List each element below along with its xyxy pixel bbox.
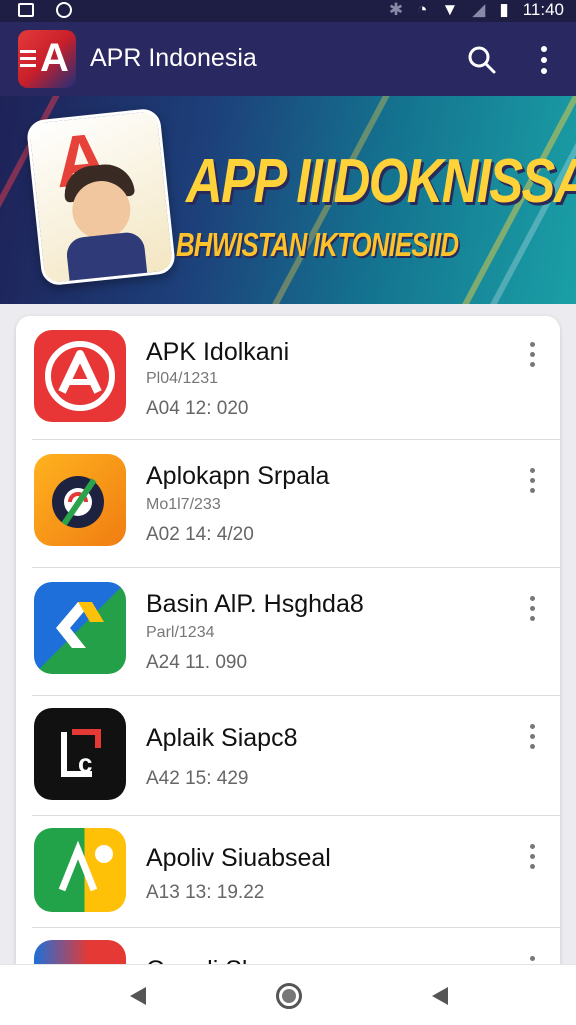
notification-icon [18,3,34,17]
app-date: A02 14: 4/20 [146,524,254,545]
status-time: 11:40 [522,0,564,19]
search-icon [468,46,496,74]
list-item[interactable]: Aplokapn Srpala Mo1l7/233 A02 14: 4/20 [16,440,560,568]
app-name: Aplokapn Srpala [146,462,330,490]
search-button[interactable] [464,42,500,78]
svg-text:c: c [78,748,92,778]
list-item[interactable]: Basin AlP. Hsghda8 Parl/1234 A24 11. 090 [16,568,560,696]
banner-mascot: A [25,107,177,287]
more-vert-icon [530,468,536,498]
app-name: Basin AlP. Hsghda8 [146,590,364,618]
more-vert-icon [530,596,536,626]
banner-subtitle: BHWISTAN IKTONIESIID [176,226,459,263]
signal-icon: ◢ [472,0,486,19]
compass-icon [52,476,104,528]
list-item[interactable]: Apoliv Siuabseal A13 13: 19.22 [16,816,560,928]
back-triangle-icon [432,987,448,1005]
item-more-button[interactable] [524,342,542,372]
app-icon [34,828,126,912]
app-name: Apoliv Siuabseal [146,844,331,872]
back-triangle-icon [130,987,146,1005]
app-icon [34,330,126,422]
app-title: APR Indonesia [90,44,257,72]
recents-button[interactable] [430,985,450,1007]
app-subtitle: Parl/1234 [146,624,215,641]
promo-banner[interactable]: A APP IIIDOKNISSA BHWISTAN IKTONIESIID [0,96,576,304]
app-name: Aplaik Siapc8 [146,724,298,752]
banner-title: APP IIIDOKNISSA [186,147,576,216]
alarm-icon: ◔ [417,0,428,19]
more-vert-icon [530,342,536,372]
a-logo-icon: A [40,36,69,80]
menu-icon [20,50,36,71]
bluetooth-icon: ✱ [388,0,404,19]
list-item[interactable]: APK Idolkani Pl04/1231 A04 12: 020 [16,316,560,440]
check-circle-icon [56,2,72,18]
app-logo[interactable]: A [18,30,76,88]
status-bar: ✱ ◔ ▼ ◢ ▮ 11:40 [0,0,576,22]
item-more-button[interactable] [524,468,542,498]
app-icon [34,454,126,546]
a-logo-icon [45,341,115,411]
more-vert-icon [541,46,547,74]
app-subtitle: Pl04/1231 [146,370,219,387]
more-vert-icon [530,724,536,754]
app-date: A42 15: 429 [146,768,249,789]
app-icon: c [34,708,126,800]
mascot-body [65,230,148,287]
wifi-icon: ▼ [441,0,459,19]
overflow-menu-button[interactable] [532,42,556,78]
app-bar: A APR Indonesia [0,22,576,96]
back-button[interactable] [128,985,148,1007]
drive-icon [58,840,113,892]
app-date: A04 12: 020 [146,398,249,419]
app-date: A24 11. 090 [146,652,248,673]
lc-logo-icon: c [61,729,101,778]
app-date: A13 13: 19.22 [146,882,265,903]
app-list: APK Idolkani Pl04/1231 A04 12: 020 Aplok… [16,316,560,1016]
home-button[interactable] [276,983,302,1009]
list-item[interactable]: c Aplaik Siapc8 A42 15: 429 [16,696,560,816]
battery-icon: ▮ [499,0,509,19]
item-more-button[interactable] [524,724,542,754]
drive-icon [56,602,104,648]
item-more-button[interactable] [524,844,542,874]
system-nav-bar [0,964,576,1025]
item-more-button[interactable] [524,596,542,626]
app-name: APK Idolkani [146,338,290,366]
app-subtitle: Mo1l7/233 [146,496,221,513]
app-icon [34,582,126,674]
more-vert-icon [530,844,536,874]
